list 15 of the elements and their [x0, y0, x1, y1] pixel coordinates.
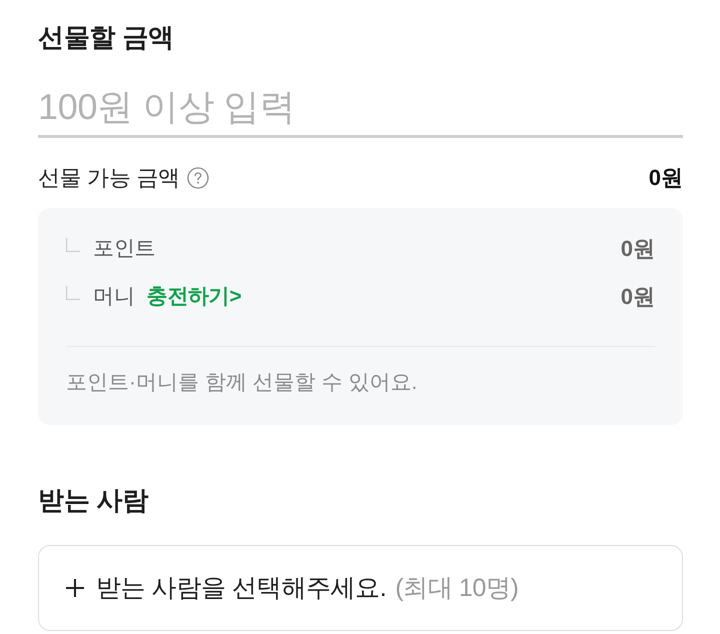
balance-value: 0원: [620, 235, 655, 263]
balance-label: 포인트: [93, 236, 156, 262]
available-amount-value: 0원: [648, 164, 683, 192]
balance-note: 포인트·머니를 함께 선물할 수 있어요.: [66, 370, 418, 396]
help-icon[interactable]: [186, 167, 209, 189]
section-title: 받는 사람: [38, 485, 148, 515]
section-title: 선물할 금액: [38, 22, 174, 52]
available-amount-label: 선물 가능 금액: [38, 164, 180, 192]
branch-line-icon: [66, 286, 80, 300]
select-recipient-button[interactable]: 받는 사람을 선택해주세요. (최대 10명): [38, 545, 683, 631]
balance-label: 머니: [93, 284, 135, 310]
amount-input[interactable]: 100원 이상 입력: [38, 78, 683, 138]
balance-value: 0원: [620, 283, 655, 311]
branch-line-icon: [66, 238, 80, 252]
plus-icon: [65, 578, 85, 598]
